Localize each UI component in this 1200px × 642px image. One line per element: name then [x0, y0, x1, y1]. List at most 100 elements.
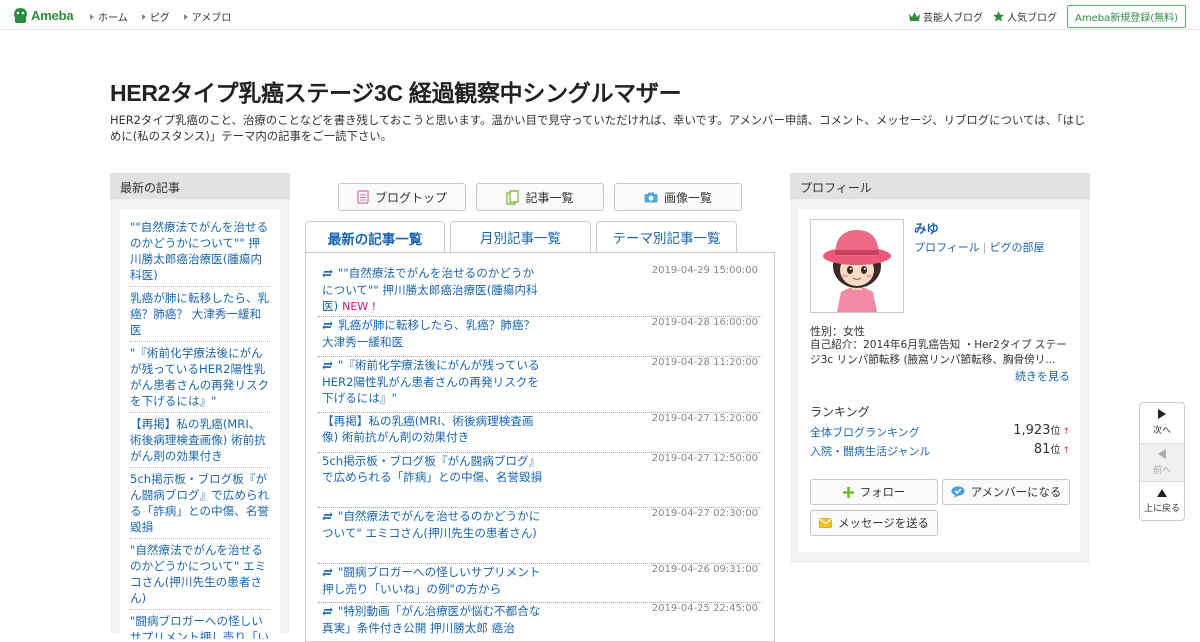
recent-article-link[interactable]: "『術前化学療法後にがんが残っているHER2陽性乳がん患者さんの再発リスクを下げ…: [130, 342, 270, 413]
article-title-text: 乳癌が肺に転移したら、乳癌？肺癌？ 大津秀一緩和医: [322, 318, 536, 349]
profile-link[interactable]: プロフィール: [914, 241, 980, 254]
article-row: "自然療法でがんを治せるのかどうかについて" エミコさん(押川先生の患者さん) 2…: [318, 508, 762, 564]
ameba-logo[interactable]: Ameba: [13, 7, 74, 24]
article-row: "特別動画「がん治療医が悩む不都合な真実」条件付き公開 押川勝太郎 癌治 2019…: [318, 603, 762, 641]
crown-icon: [908, 12, 920, 21]
nav-home-label: ホーム: [98, 13, 128, 24]
camera-icon: [644, 192, 658, 202]
article-date: 2019-04-27 15:20:00: [651, 413, 758, 424]
article-title-link[interactable]: "闘病ブロガーへの怪しいサプリメント押し売り「いいね」の例"の方から: [322, 564, 544, 597]
popular-blog-label: 人気ブログ: [1006, 13, 1057, 24]
profile-intro: 自己紹介：2014年6月乳癌告知 ・Her2タイプ ステージ3c リンパ節転移 …: [810, 339, 1067, 366]
reblog-icon: [322, 509, 333, 525]
article-title-text: "『術前化学療法後にがんが残っているHER2陽性乳がん患者さんの再発リスクを下げ…: [322, 358, 540, 405]
tab-monthly[interactable]: 月別記事一覧: [450, 221, 591, 252]
article-row: 5ch掲示板・ブログ板『がん闘病ブログ』で広められる「詐病」との中傷、名誉毀損 2…: [318, 453, 762, 508]
logo-text: Ameba: [31, 8, 74, 23]
nav-home[interactable]: ホーム: [90, 9, 128, 24]
recent-article-link[interactable]: 【再掲】私の乳癌(MRI、術後病理検査画像) 術前抗がん剤の効果付き: [130, 413, 270, 468]
article-title-link[interactable]: 乳癌が肺に転移したら、乳癌？肺癌？ 大津秀一緩和医: [322, 317, 544, 350]
arrow-right-icon: [1158, 409, 1166, 419]
avatar[interactable]: [810, 219, 904, 313]
next-label: 次へ: [1152, 426, 1171, 436]
tab-theme[interactable]: テーマ別記事一覧: [596, 221, 737, 252]
follow-button[interactable]: フォロー: [810, 479, 938, 505]
nav-pig-label: ピグ: [149, 13, 170, 24]
ranking-label[interactable]: 全体ブログランキング: [810, 426, 920, 439]
recent-articles-list: ""自然療法でがんを治せるのかどうかについて"" 押川勝太郎癌治療医(腫瘍内科医…: [120, 209, 280, 639]
article-title-text: "特別動画「がん治療医が悩む不都合な真実」条件付き公開 押川勝太郎 癌治: [322, 604, 541, 635]
article-date: 2019-04-29 15:00:00: [651, 265, 758, 276]
send-message-button[interactable]: メッセージを送る: [810, 510, 938, 536]
envelope-icon: [819, 518, 832, 528]
ranking-label[interactable]: 入院・闘病生活ジャンル: [810, 445, 930, 458]
back-to-top-label: 上に戻る: [1143, 504, 1180, 514]
article-row: "闘病ブロガーへの怪しいサプリメント押し売り「いいね」の例"の方から 2019-0…: [318, 564, 762, 603]
back-to-top-button[interactable]: 上に戻る: [1140, 482, 1184, 521]
profile-name[interactable]: みゆ: [914, 219, 939, 237]
article-title-link[interactable]: "自然療法でがんを治せるのかどうかについて" エミコさん(押川先生の患者さん): [322, 508, 544, 541]
article-title-link[interactable]: ""自然療法でがんを治せるのかどうかについて"" 押川勝太郎癌治療医(腫瘍内科医…: [322, 265, 544, 315]
caret-right-icon: [183, 13, 188, 20]
reblog-icon: [322, 565, 333, 581]
blog-title[interactable]: HER2タイプ乳癌ステージ3C 経過観察中シングルマザー: [110, 74, 682, 108]
avatar-image: [811, 220, 903, 312]
article-title-link[interactable]: "『術前化学療法後にがんが残っているHER2陽性乳がん患者さんの再発リスクを下げ…: [322, 357, 544, 406]
document-icon: [357, 190, 369, 204]
amember-button[interactable]: アメンバーになる: [942, 479, 1070, 505]
rank-up-icon: ↑: [1062, 427, 1070, 437]
blog-top-button[interactable]: ブログトップ: [338, 183, 466, 211]
article-title-link[interactable]: "特別動画「がん治療医が悩む不都合な真実」条件付き公開 押川勝太郎 癌治: [322, 603, 544, 636]
article-title-text: 5ch掲示板・ブログ板『がん闘病ブログ』で広められる「詐病」との中傷、名誉毀損: [322, 454, 543, 484]
recent-articles-heading: 最新の記事: [110, 173, 290, 199]
article-date: 2019-04-25 22:45:00: [651, 603, 758, 614]
nav-ameblo-label: アメブロ: [191, 13, 232, 24]
article-list-button[interactable]: 記事一覧: [476, 183, 604, 211]
recent-article-link[interactable]: "自然療法でがんを治せるのかどうかについて" エミコさん(押川先生の患者さん): [130, 539, 270, 610]
read-more-link[interactable]: 続きを見る: [1015, 368, 1070, 384]
nav-pig[interactable]: ピグ: [141, 9, 170, 24]
celeb-blog-link[interactable]: 芸能人ブログ: [908, 9, 983, 24]
article-date: 2019-04-26 09:31:00: [651, 564, 758, 575]
article-list-label: 記事一覧: [525, 190, 574, 205]
article-date: 2019-04-28 16:00:00: [651, 317, 758, 328]
article-row: ""自然療法でがんを治せるのかどうかについて"" 押川勝太郎癌治療医(腫瘍内科医…: [318, 265, 762, 317]
reblog-icon: [322, 358, 333, 374]
reblog-icon: [322, 318, 333, 334]
prev-label: 前へ: [1152, 466, 1171, 476]
recent-article-link[interactable]: ""自然療法でがんを治せるのかどうかについて"" 押川勝太郎癌治療医(腫瘍内科医…: [130, 217, 270, 287]
caret-right-icon: [141, 13, 146, 20]
amember-label: アメンバーになる: [970, 485, 1062, 499]
register-button[interactable]: Ameba新規登録(無料): [1066, 5, 1186, 28]
plus-icon: [842, 486, 854, 498]
next-button[interactable]: 次へ: [1140, 403, 1184, 442]
link-separator: |: [982, 241, 987, 254]
ranking-number: 81: [1033, 442, 1051, 457]
ranking-unit: 位: [1050, 445, 1061, 456]
article-list-panel: ""自然療法でがんを治せるのかどうかについて"" 押川勝太郎癌治療医(腫瘍内科医…: [305, 252, 775, 642]
article-title-link[interactable]: 5ch掲示板・ブログ板『がん闘病ブログ』で広められる「詐病」との中傷、名誉毀損: [322, 453, 544, 485]
ranking-heading: ランキング: [810, 405, 870, 419]
article-row: 【再掲】私の乳癌(MRI、術後病理検査画像) 術前抗がん剤の効果付き 2019-0…: [318, 413, 762, 453]
nav-ameblo[interactable]: アメブロ: [183, 9, 232, 24]
article-title-link[interactable]: 【再掲】私の乳癌(MRI、術後病理検査画像) 術前抗がん剤の効果付き: [322, 413, 544, 445]
tab-latest[interactable]: 最新の記事一覧: [305, 221, 445, 253]
article-date: 2019-04-27 02:30:00: [651, 508, 758, 519]
recent-article-link[interactable]: "闘病ブロガーへの怪しいサプリメント押し売り「いいね」の例"の方から: [130, 610, 270, 639]
image-list-button[interactable]: 画像一覧: [614, 183, 742, 211]
popular-blog-link[interactable]: 人気ブログ: [992, 9, 1057, 24]
article-row: "『術前化学療法後にがんが残っているHER2陽性乳がん患者さんの再発リスクを下げ…: [318, 357, 762, 413]
arrow-left-icon: [1158, 449, 1166, 459]
blog-nav-buttons: ブログトップ 記事一覧 画像一覧: [338, 183, 752, 211]
article-date: 2019-04-28 11:20:00: [651, 357, 758, 368]
ranking-row-genre: 入院・闘病生活ジャンル 81位 ↑: [810, 442, 1070, 459]
reblog-icon: [322, 604, 333, 620]
recent-article-link[interactable]: 乳癌が肺に転移したら、乳癌？肺癌？ 大津秀一緩和医: [130, 287, 270, 342]
top-bar: Ameba ホーム ピグ アメブロ 芸能人ブログ 人気ブログ Ameba新規登録…: [0, 0, 1200, 30]
recent-article-link[interactable]: 5ch掲示板・ブログ板『がん闘病ブログ』で広められる「詐病」との中傷、名誉毀損: [130, 468, 270, 539]
article-title-text: "闘病ブロガーへの怪しいサプリメント押し売り「いいね」の例"の方から: [322, 565, 541, 596]
pig-room-link[interactable]: ピグの部屋: [990, 241, 1045, 254]
celeb-blog-label: 芸能人ブログ: [922, 13, 983, 24]
new-badge: NEW !: [342, 300, 377, 313]
prev-button[interactable]: 前へ: [1140, 443, 1184, 482]
